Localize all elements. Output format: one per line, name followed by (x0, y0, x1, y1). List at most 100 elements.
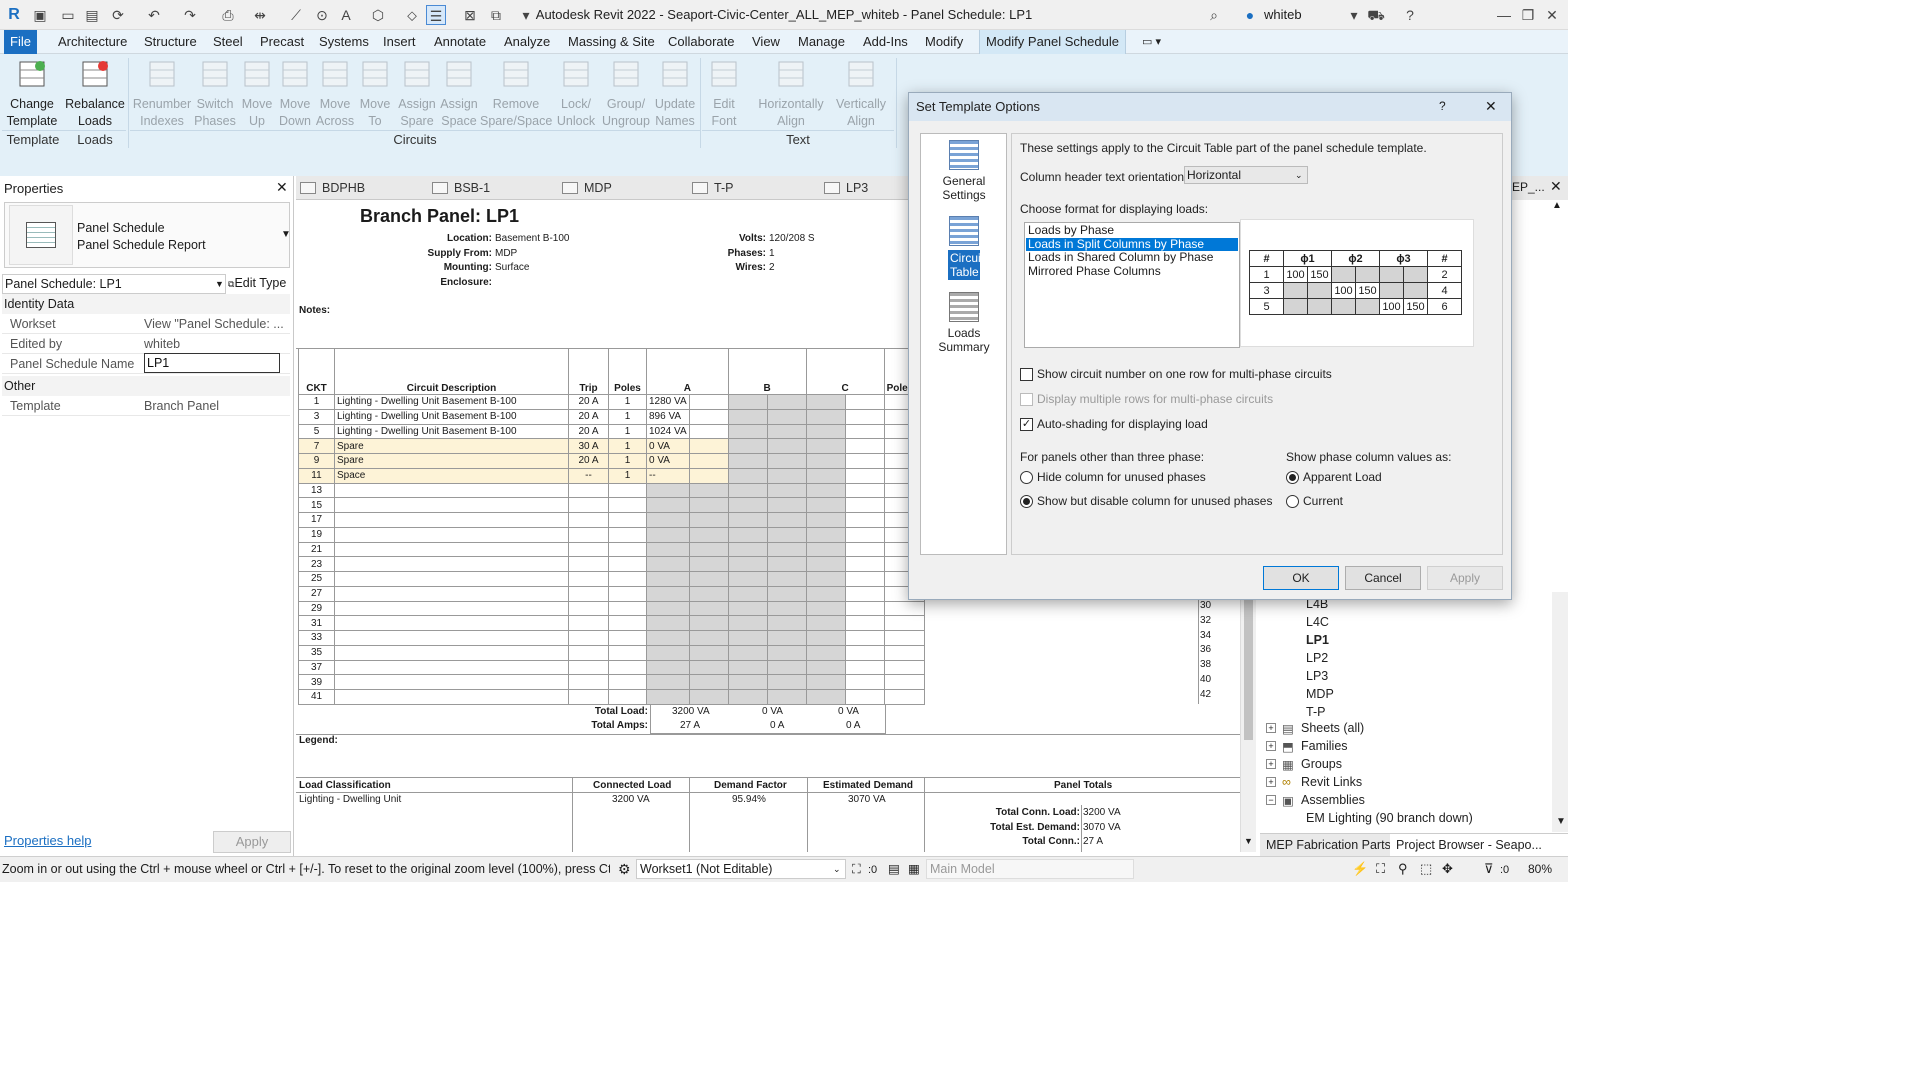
ribbon-button-vertically-align[interactable]: Vertically Align (832, 58, 890, 129)
side-general-settings[interactable]: General Settings (927, 140, 1001, 202)
dimension-icon[interactable]: ⟋ (286, 5, 306, 25)
drag-elements-icon[interactable]: ✥ (1442, 857, 1453, 881)
minimize-icon[interactable]: — (1494, 5, 1514, 25)
radio-current[interactable] (1286, 495, 1299, 508)
tab-project-browser[interactable]: Project Browser - Seapo... (1390, 833, 1568, 856)
table-row[interactable]: 5 Lighting - Dwelling Unit Basement B-100… (298, 423, 925, 440)
radio-show-disable-unused[interactable] (1020, 495, 1033, 508)
type-selector[interactable]: Panel Schedule Panel Schedule Report ▼ (4, 202, 291, 268)
tab-t-p[interactable]: T-P (692, 176, 733, 200)
expand-icon[interactable]: − (1266, 795, 1276, 805)
close-icon[interactable]: ✕ (1485, 98, 1497, 115)
table-row[interactable]: 27 (298, 585, 925, 602)
menu-tab-insert[interactable]: Insert (377, 30, 422, 54)
other-section[interactable]: Other (2, 376, 290, 396)
customize-qat-icon[interactable]: ▾ (516, 5, 536, 25)
select-underlay-icon[interactable]: ⛶ (1376, 857, 1385, 881)
expand-icon[interactable]: + (1266, 723, 1276, 733)
browser-group-families[interactable]: Families (1301, 739, 1348, 753)
menu-tab-analyze[interactable]: Analyze (498, 30, 556, 54)
ribbon-button-move-up[interactable]: Move Up (238, 58, 276, 129)
table-row[interactable]: 33 (298, 630, 925, 646)
table-row[interactable]: 39 (298, 674, 925, 690)
edit-type-button[interactable]: ⧉Edit Type (228, 274, 290, 294)
ribbon-button-change-template[interactable]: Change Template (2, 58, 62, 129)
browser-group-revit-links[interactable]: Revit Links (1301, 775, 1362, 789)
expand-icon[interactable]: + (1266, 777, 1276, 787)
expand-icon[interactable]: + (1266, 741, 1276, 751)
chevron-up-icon[interactable]: ▲ (1552, 200, 1562, 211)
menu-tab-collaborate[interactable]: Collaborate (662, 30, 741, 54)
text-icon[interactable]: A (336, 5, 356, 25)
property-row[interactable]: Edited by whiteb (2, 334, 290, 354)
apply-button[interactable]: Apply (213, 831, 291, 853)
select-links-icon[interactable]: ⚡ (1352, 857, 1368, 881)
select-pinned-icon[interactable]: ⚲ (1398, 857, 1408, 881)
ribbon-button-horizontally-align[interactable]: Horizontally Align (754, 58, 828, 129)
table-row[interactable]: 13 (298, 482, 925, 499)
expand-icon[interactable]: + (1266, 759, 1276, 769)
properties-help-link[interactable]: Properties help (4, 833, 91, 848)
side-circuit-table[interactable]: Circuit Table (927, 216, 1001, 280)
browser-item-lp3[interactable]: LP3 (1306, 669, 1328, 683)
apply-dialog-button[interactable]: Apply (1427, 566, 1503, 590)
measure-icon[interactable]: ⇹ (250, 5, 270, 25)
tag-icon[interactable]: ⊙ (312, 5, 332, 25)
menu-tab-manage[interactable]: Manage (792, 30, 851, 54)
table-row[interactable]: 17 (298, 512, 925, 528)
table-row[interactable]: 31 (298, 615, 925, 631)
radio-hide-unused[interactable] (1020, 471, 1033, 484)
instance-selector[interactable]: Panel Schedule: LP1 ▼ (2, 274, 226, 294)
ribbon-button-rebalance-loads[interactable]: Rebalance Loads (64, 58, 126, 129)
menu-tab-structure[interactable]: Structure (138, 30, 203, 54)
chevron-down-icon[interactable]: ▼ (1556, 816, 1566, 827)
tab-mep-fabrication-parts[interactable]: MEP Fabrication Parts (1260, 833, 1391, 856)
user-dropdown-icon[interactable]: ▾ (1344, 5, 1364, 25)
select-face-icon[interactable]: ⬚ (1420, 857, 1432, 881)
workset-select[interactable]: Workset1 (Not Editable) ⌄ (636, 859, 846, 879)
ribbon-button-move-across[interactable]: Move Across (314, 58, 356, 129)
format-option[interactable]: Loads in Split Columns by Phase (1026, 237, 1238, 251)
menu-tab-systems[interactable]: Systems (313, 30, 375, 54)
menu-tab-view[interactable]: View (746, 30, 786, 54)
circuit-table[interactable]: CKT Circuit Description Trip Poles A B C Pole 1 L… (298, 348, 925, 705)
3d-view-icon[interactable]: ⬡ (368, 5, 388, 25)
table-row[interactable]: 1 Lighting - Dwelling Unit Basement B-100… (298, 394, 925, 410)
open-icon[interactable]: ▭ (58, 5, 78, 25)
close-hidden-icon[interactable]: ⊠ (460, 5, 480, 25)
tab-ep[interactable]: EP_... (1512, 180, 1545, 194)
browser-group-groups[interactable]: Groups (1301, 757, 1342, 771)
ribbon-options-icon[interactable]: ▭ ▾ (1136, 30, 1167, 54)
restore-icon[interactable]: ❐ (1518, 5, 1538, 25)
property-value[interactable]: LP1 (144, 353, 280, 373)
browser-assembly-item[interactable]: EM Lighting (90 branch down) (1306, 811, 1473, 825)
table-row[interactable]: 11 Space -- 1 -- (298, 467, 925, 484)
table-row[interactable]: 15 (298, 497, 925, 513)
radio-apparent-load[interactable] (1286, 471, 1299, 484)
table-row[interactable]: 29 (298, 600, 925, 617)
browser-group-sheets-all[interactable]: Sheets (all) (1301, 721, 1364, 735)
table-row[interactable]: 21 (298, 541, 925, 558)
format-option[interactable]: Mirrored Phase Columns (1026, 264, 1238, 278)
property-row[interactable]: Template Branch Panel (2, 396, 290, 416)
menu-tab-massing-site[interactable]: Massing & Site (562, 30, 661, 54)
ribbon-button-edit-font[interactable]: Edit Font (704, 58, 744, 129)
property-row[interactable]: Workset View "Panel Schedule: ... (2, 314, 290, 334)
menu-tab-architecture[interactable]: Architecture (52, 30, 133, 54)
menu-tab-add-ins[interactable]: Add-Ins (857, 30, 914, 54)
tab-lp3[interactable]: LP3 (824, 176, 868, 200)
sync-icon[interactable]: ⟳ (108, 5, 128, 25)
menu-tab-steel[interactable]: Steel (207, 30, 249, 54)
home-icon[interactable]: ▣ (30, 5, 50, 25)
dialog-help-button[interactable]: ? (1439, 99, 1446, 113)
ok-button[interactable]: OK (1263, 566, 1339, 590)
tab-bdphb[interactable]: BDPHB (300, 176, 365, 200)
close-icon[interactable]: ✕ (276, 179, 288, 196)
table-row[interactable]: 19 (298, 526, 925, 543)
section-icon[interactable]: ⬦ (402, 5, 422, 25)
cb-circuit-number-one-row[interactable] (1020, 368, 1033, 381)
format-option[interactable]: Loads in Shared Column by Phase (1026, 251, 1238, 264)
browser-group-assemblies[interactable]: Assemblies (1301, 793, 1365, 807)
design-option-select[interactable]: Main Model (926, 859, 1134, 879)
editable-icon[interactable]: ⛶ (852, 857, 861, 881)
